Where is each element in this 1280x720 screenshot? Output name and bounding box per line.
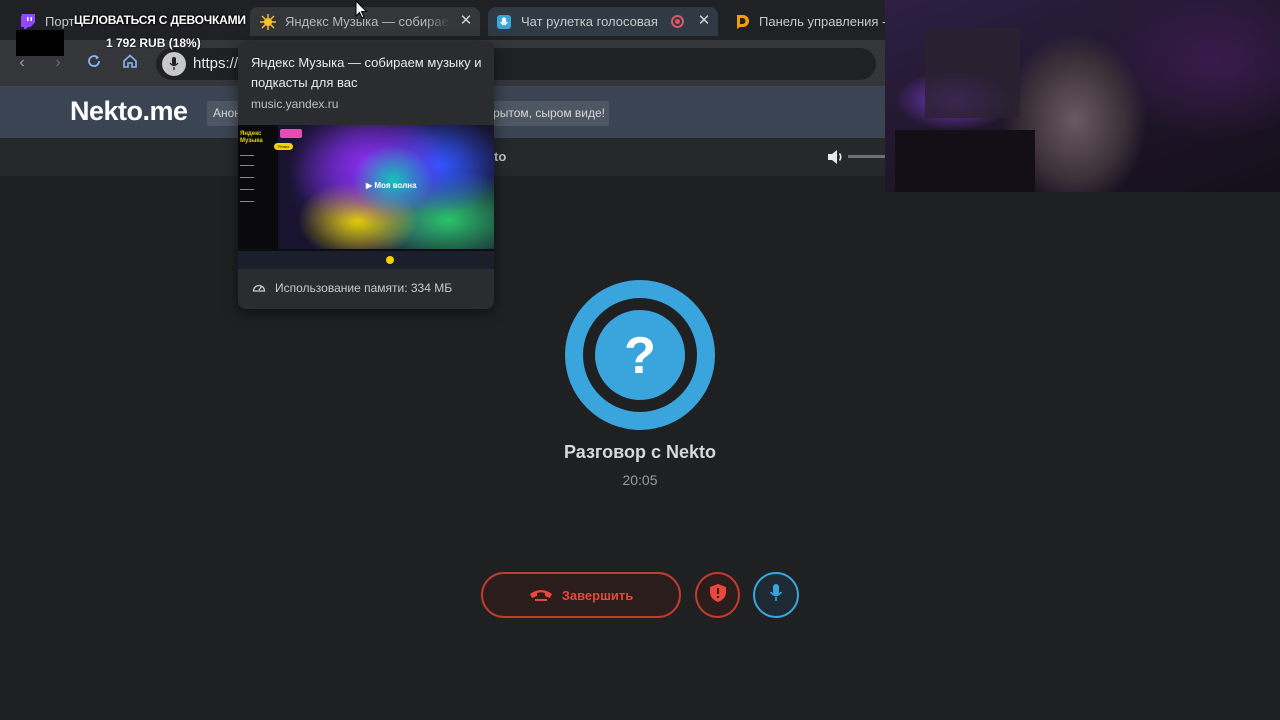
donationalerts-icon (734, 14, 750, 30)
tab-nekto[interactable]: Чат рулетка голосовая — ✕ (488, 7, 718, 36)
reload-icon[interactable] (84, 53, 104, 73)
hang-up-icon (529, 588, 553, 602)
notice-text-start: Анон (213, 106, 241, 120)
memory-gauge-icon (252, 281, 266, 295)
twitch-icon (20, 14, 36, 30)
volume-slider[interactable] (848, 155, 885, 158)
forward-icon[interactable]: › (48, 53, 68, 73)
yandex-music-icon (260, 13, 276, 30)
back-icon[interactable]: ‹ (12, 53, 32, 73)
volume-icon[interactable] (826, 147, 846, 167)
tab-hover-card: Яндекс Музыка — собираем музыку и подкас… (238, 41, 494, 309)
site-mic-permission-icon[interactable] (162, 52, 186, 76)
overlay-censor-box (16, 30, 64, 56)
report-button[interactable] (695, 572, 740, 618)
nekto-icon (496, 14, 512, 30)
notice-text-end: крытом, сыром виде! (487, 106, 605, 120)
tab-title: Панель управления - D (759, 14, 886, 29)
hovercard-title: Яндекс Музыка — собираем музыку и подкас… (251, 55, 482, 90)
hovercard-preview-image: Яндекс Музыка Релиз ▶ Моя волна (238, 125, 494, 269)
microphone-toggle-button[interactable] (753, 572, 799, 618)
end-call-button[interactable]: Завершить (481, 572, 681, 618)
memory-usage: Использование памяти: 334 МБ (252, 281, 452, 295)
close-tab-icon[interactable]: ✕ (458, 13, 474, 29)
address-text: https:// (193, 55, 239, 72)
partner-avatar: ? (595, 310, 685, 400)
tab-title: Порт (45, 14, 75, 29)
end-call-label: Завершить (561, 587, 634, 603)
status-text: to (494, 149, 507, 164)
memory-usage-text: Использование памяти: 334 МБ (275, 281, 453, 295)
tab-title: Чат рулетка голосовая — (521, 14, 661, 29)
home-icon[interactable] (120, 53, 140, 73)
recording-icon (671, 15, 684, 28)
call-timer: 20:05 (622, 472, 658, 488)
donation-goal-title: ЦЕЛОВАТЬСЯ С ДЕВОЧКАМИ (74, 13, 246, 27)
donation-goal-amount: 1 792 RUB (18%) (106, 36, 201, 50)
call-title: Разговор с Nekto (563, 442, 717, 462)
shield-icon (709, 583, 727, 608)
webcam-overlay (885, 0, 1280, 192)
mouse-cursor-icon (355, 0, 369, 20)
site-logo[interactable]: Nekto.me (70, 96, 188, 127)
preview-wave-label: ▶ Моя волна (366, 181, 417, 190)
microphone-icon (769, 583, 783, 608)
tab-donationalerts[interactable]: Панель управления - D (726, 7, 886, 36)
hovercard-domain: music.yandex.ru (251, 97, 339, 111)
close-tab-icon[interactable]: ✕ (696, 13, 712, 29)
